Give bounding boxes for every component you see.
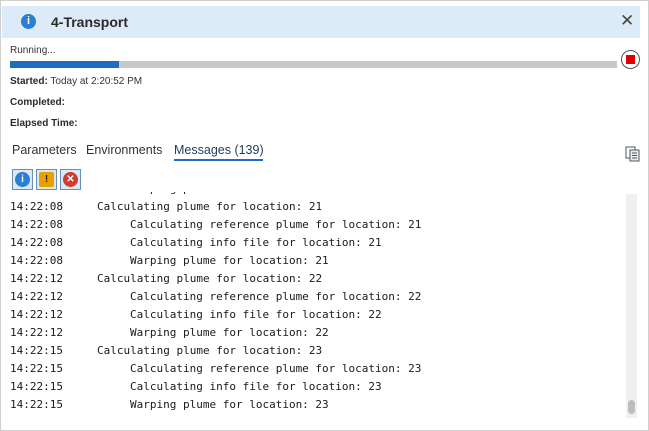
log-message: Warping plume for location: 23 xyxy=(130,398,329,411)
elapsed-label: Elapsed Time: xyxy=(10,118,78,129)
close-button[interactable]: ✕ xyxy=(620,11,634,31)
progress-status: Running... xyxy=(10,45,56,56)
started-value: Today at 2:20:52 PM xyxy=(50,76,143,87)
log-time: 14:22:08 xyxy=(10,200,63,213)
log-message: Warping plume for location: 22 xyxy=(130,326,329,339)
active-tab-indicator xyxy=(174,159,263,161)
log-time: 14:22:15 xyxy=(10,398,63,411)
log-message: Calculating reference plume for location… xyxy=(130,290,422,303)
log-message: Calculating info file for location: 21 xyxy=(130,236,382,249)
log-message: Calculating plume for location: 22 xyxy=(97,272,323,285)
log-scrollbar[interactable] xyxy=(626,194,637,418)
stop-button[interactable] xyxy=(621,50,640,69)
warning-filter-icon: ! xyxy=(39,172,54,187)
log-message: Calculating reference plume for location… xyxy=(130,362,422,375)
started-row: Started: Today at 2:20:52 PM xyxy=(10,76,142,87)
progress-bar xyxy=(10,61,617,68)
completed-label: Completed: xyxy=(10,97,65,108)
error-filter-icon: ✕ xyxy=(63,172,78,187)
log-message: Warping plume for location: 21 xyxy=(130,254,329,267)
log-time: 14:22:15 xyxy=(10,344,63,357)
log-time: 14:22:08 xyxy=(10,236,63,249)
tab-messages[interactable]: Messages (139) xyxy=(174,143,264,157)
log-time: 14:22:08 xyxy=(10,218,63,231)
tab-parameters[interactable]: Parameters xyxy=(12,143,77,157)
log-time: 14:22:12 xyxy=(10,308,63,321)
log-time: 14:22:15 xyxy=(10,362,63,375)
log-message: Calculating plume for location: 23 xyxy=(97,344,323,357)
log-message: Calculating info file for location: 22 xyxy=(130,308,382,321)
log-time: 14:22:12 xyxy=(10,290,63,303)
message-log: 14:22:04 Warping plume for location: 20 14… xyxy=(10,192,620,418)
log-message: Calculating info file for location: 23 xyxy=(130,380,382,393)
error-filter-button[interactable]: ✕ xyxy=(60,169,81,190)
log-time: 14:22:12 xyxy=(10,272,63,285)
progress-fill xyxy=(10,61,120,68)
stop-icon xyxy=(626,55,635,64)
completed-row: Completed: xyxy=(10,97,65,108)
log-time: 14:22:12 xyxy=(10,326,63,339)
warning-filter-button[interactable]: ! xyxy=(36,169,57,190)
elapsed-row: Elapsed Time: xyxy=(10,118,78,129)
scrollbar-thumb[interactable] xyxy=(628,400,635,414)
copy-messages-icon[interactable] xyxy=(625,146,640,162)
window-title: 4-Transport xyxy=(51,14,129,30)
log-time: 14:22:04 xyxy=(10,192,63,195)
tab-environments[interactable]: Environments xyxy=(86,143,162,157)
info-filter-icon: i xyxy=(15,172,30,187)
log-message: Calculating reference plume for location… xyxy=(130,218,422,231)
log-time: 14:22:08 xyxy=(10,254,63,267)
log-message: Warping plume for location: 20 xyxy=(130,192,329,195)
log-time: 14:22:15 xyxy=(10,380,63,393)
log-message: Calculating plume for location: 21 xyxy=(97,200,323,213)
info-filter-button[interactable]: i xyxy=(12,169,33,190)
started-label: Started: xyxy=(10,76,48,87)
info-icon: i xyxy=(21,14,36,29)
title-bar: i 4-Transport ✕ xyxy=(2,6,640,38)
